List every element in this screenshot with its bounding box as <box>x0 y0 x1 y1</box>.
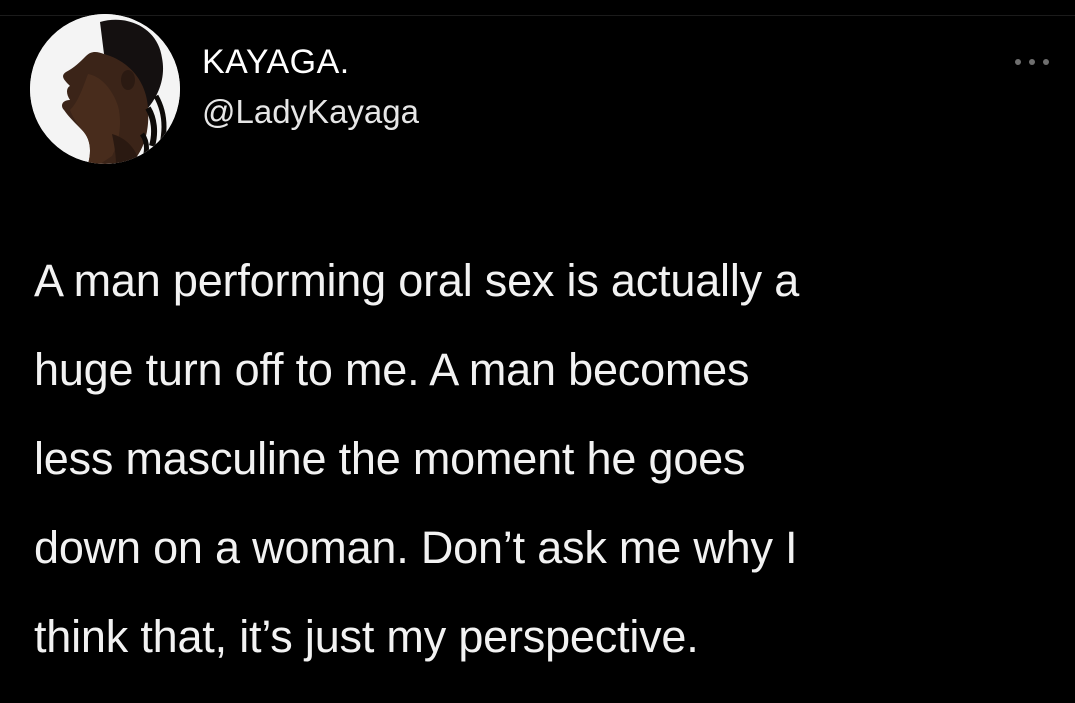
author-handle[interactable]: @LadyKayaga <box>202 92 419 132</box>
more-horizontal-icon-dot <box>1043 59 1049 65</box>
tweet-text-line: less masculine the moment he goes <box>34 433 746 484</box>
more-options-button[interactable] <box>1015 56 1049 68</box>
tweet-text-line: think that, it’s just my perspective. <box>34 611 699 662</box>
tweet-text-line: A man performing oral sex is actually a <box>34 255 800 306</box>
tweet-text-line: huge turn off to me. A man becomes <box>34 344 750 395</box>
avatar[interactable] <box>30 14 180 164</box>
profile-photo-woman-portrait-icon <box>30 14 180 164</box>
top-divider <box>0 0 1075 16</box>
tweet-text-line: down on a woman. Don’t ask me why I <box>34 522 798 573</box>
tweet-body: A man performing oral sex is actually a … <box>34 236 1064 681</box>
more-horizontal-icon-dot <box>1029 59 1035 65</box>
author-display-name[interactable]: KAYAGA. <box>202 42 419 82</box>
tweet-author[interactable]: KAYAGA. @LadyKayaga <box>202 42 419 132</box>
more-horizontal-icon <box>1015 59 1021 65</box>
